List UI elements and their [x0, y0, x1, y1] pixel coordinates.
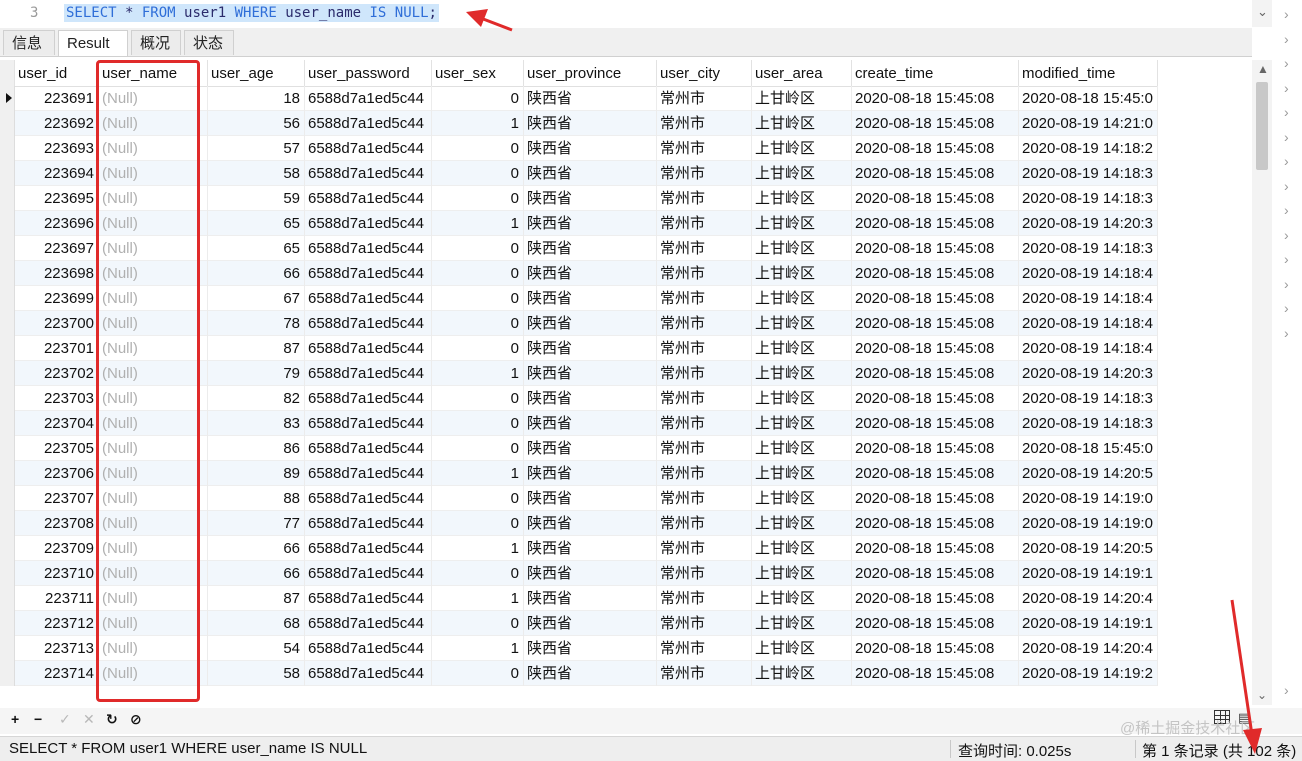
sql-arrow [466, 9, 513, 32]
record-count-arrow [1230, 599, 1262, 754]
annotation-arrows [466, 9, 1262, 754]
